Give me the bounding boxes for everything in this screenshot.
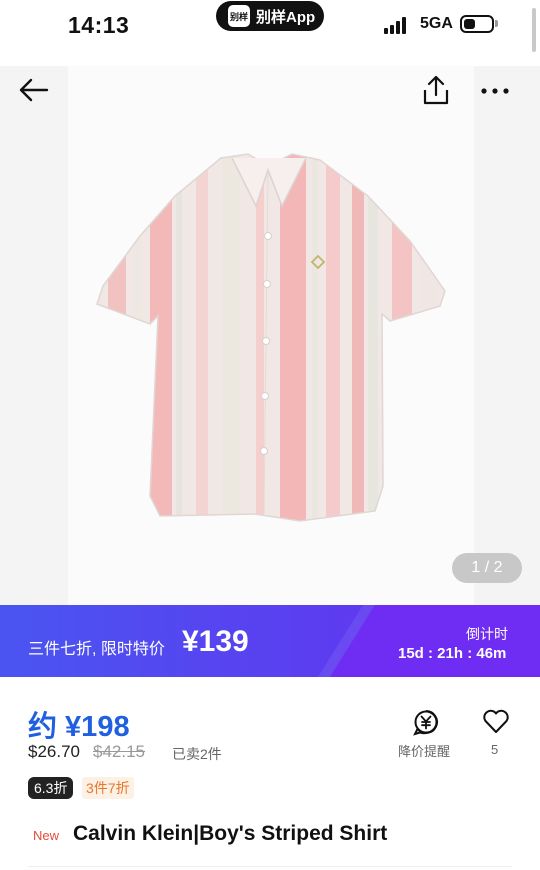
battery-icon — [460, 15, 494, 33]
countdown-label: 倒计时 — [466, 626, 508, 642]
product-gallery[interactable] — [0, 66, 540, 606]
signal-bars-icon — [384, 16, 410, 34]
countdown-value: 15d : 21h : 46m — [398, 645, 507, 662]
status-time: 14:13 — [68, 12, 130, 38]
promo-text: 三件七折, 限时特价 — [28, 641, 165, 658]
back-arrow-icon[interactable] — [18, 76, 50, 104]
product-image — [96, 153, 446, 522]
battery-tip — [495, 20, 498, 27]
app-logo-icon: 别样 — [228, 5, 250, 27]
heart-icon[interactable] — [482, 708, 510, 734]
promo-banner[interactable]: 三件七折, 限时特价 ¥139 倒计时 15d : 21h : 46m — [0, 605, 540, 677]
favorite-count: 5 — [491, 742, 499, 757]
price-alert-label[interactable]: 降价提醒 — [398, 741, 450, 760]
status-bar: 14:13 别样 别样App 5GA — [0, 0, 540, 52]
image-page-counter: 1 / 2 — [452, 553, 522, 583]
promo-price: ¥139 — [182, 625, 249, 658]
price-usd: $26.70 — [28, 742, 80, 761]
share-icon[interactable] — [422, 74, 450, 106]
product-title: Calvin Klein|Boy's Striped Shirt — [73, 822, 388, 845]
new-badge: New — [33, 828, 60, 843]
sold-count: 已卖2件 — [172, 746, 222, 762]
price-original: $42.15 — [93, 742, 145, 761]
deal-tag: 3件7折 — [82, 777, 134, 799]
scroll-indicator — [532, 8, 536, 52]
more-dots-icon[interactable] — [480, 86, 510, 96]
app-pill[interactable]: 别样 别样App — [216, 1, 324, 31]
app-pill-label: 别样App — [256, 8, 316, 26]
price-cny: 约 ¥198 — [28, 711, 130, 743]
divider — [28, 866, 512, 867]
network-label: 5GA — [420, 15, 453, 32]
yuan-bell-icon[interactable] — [412, 708, 440, 736]
discount-tag: 6.3折 — [28, 777, 74, 799]
